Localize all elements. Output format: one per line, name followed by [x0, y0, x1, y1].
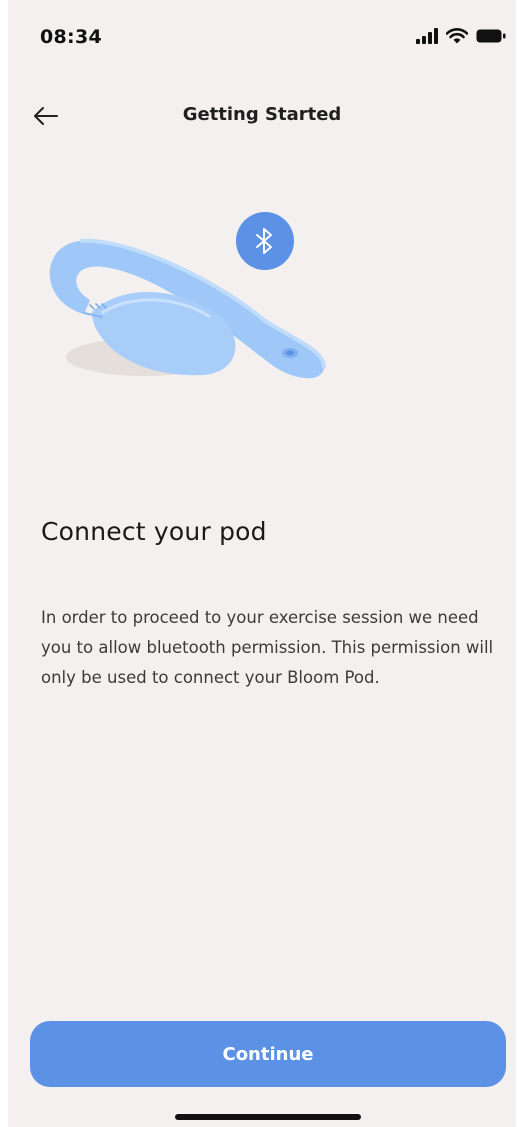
cellular-signal-icon — [416, 28, 438, 44]
nav-bar: Getting Started — [8, 90, 516, 142]
page-title: Getting Started — [182, 104, 342, 125]
status-bar: 08:34 — [8, 0, 516, 70]
continue-button[interactable]: Continue — [30, 1021, 506, 1087]
status-time: 08:34 — [40, 26, 102, 48]
wifi-icon — [446, 28, 468, 44]
permission-description: In order to proceed to your exercise ses… — [41, 607, 494, 687]
headline: Connect your pod — [41, 516, 267, 546]
status-icons — [416, 28, 506, 44]
bluetooth-icon — [256, 228, 272, 254]
battery-icon — [476, 29, 506, 43]
screen: 08:34 Getting Started Connect your pod I… — [8, 0, 516, 1127]
home-indicator — [175, 1114, 361, 1120]
bluetooth-badge — [236, 212, 294, 270]
